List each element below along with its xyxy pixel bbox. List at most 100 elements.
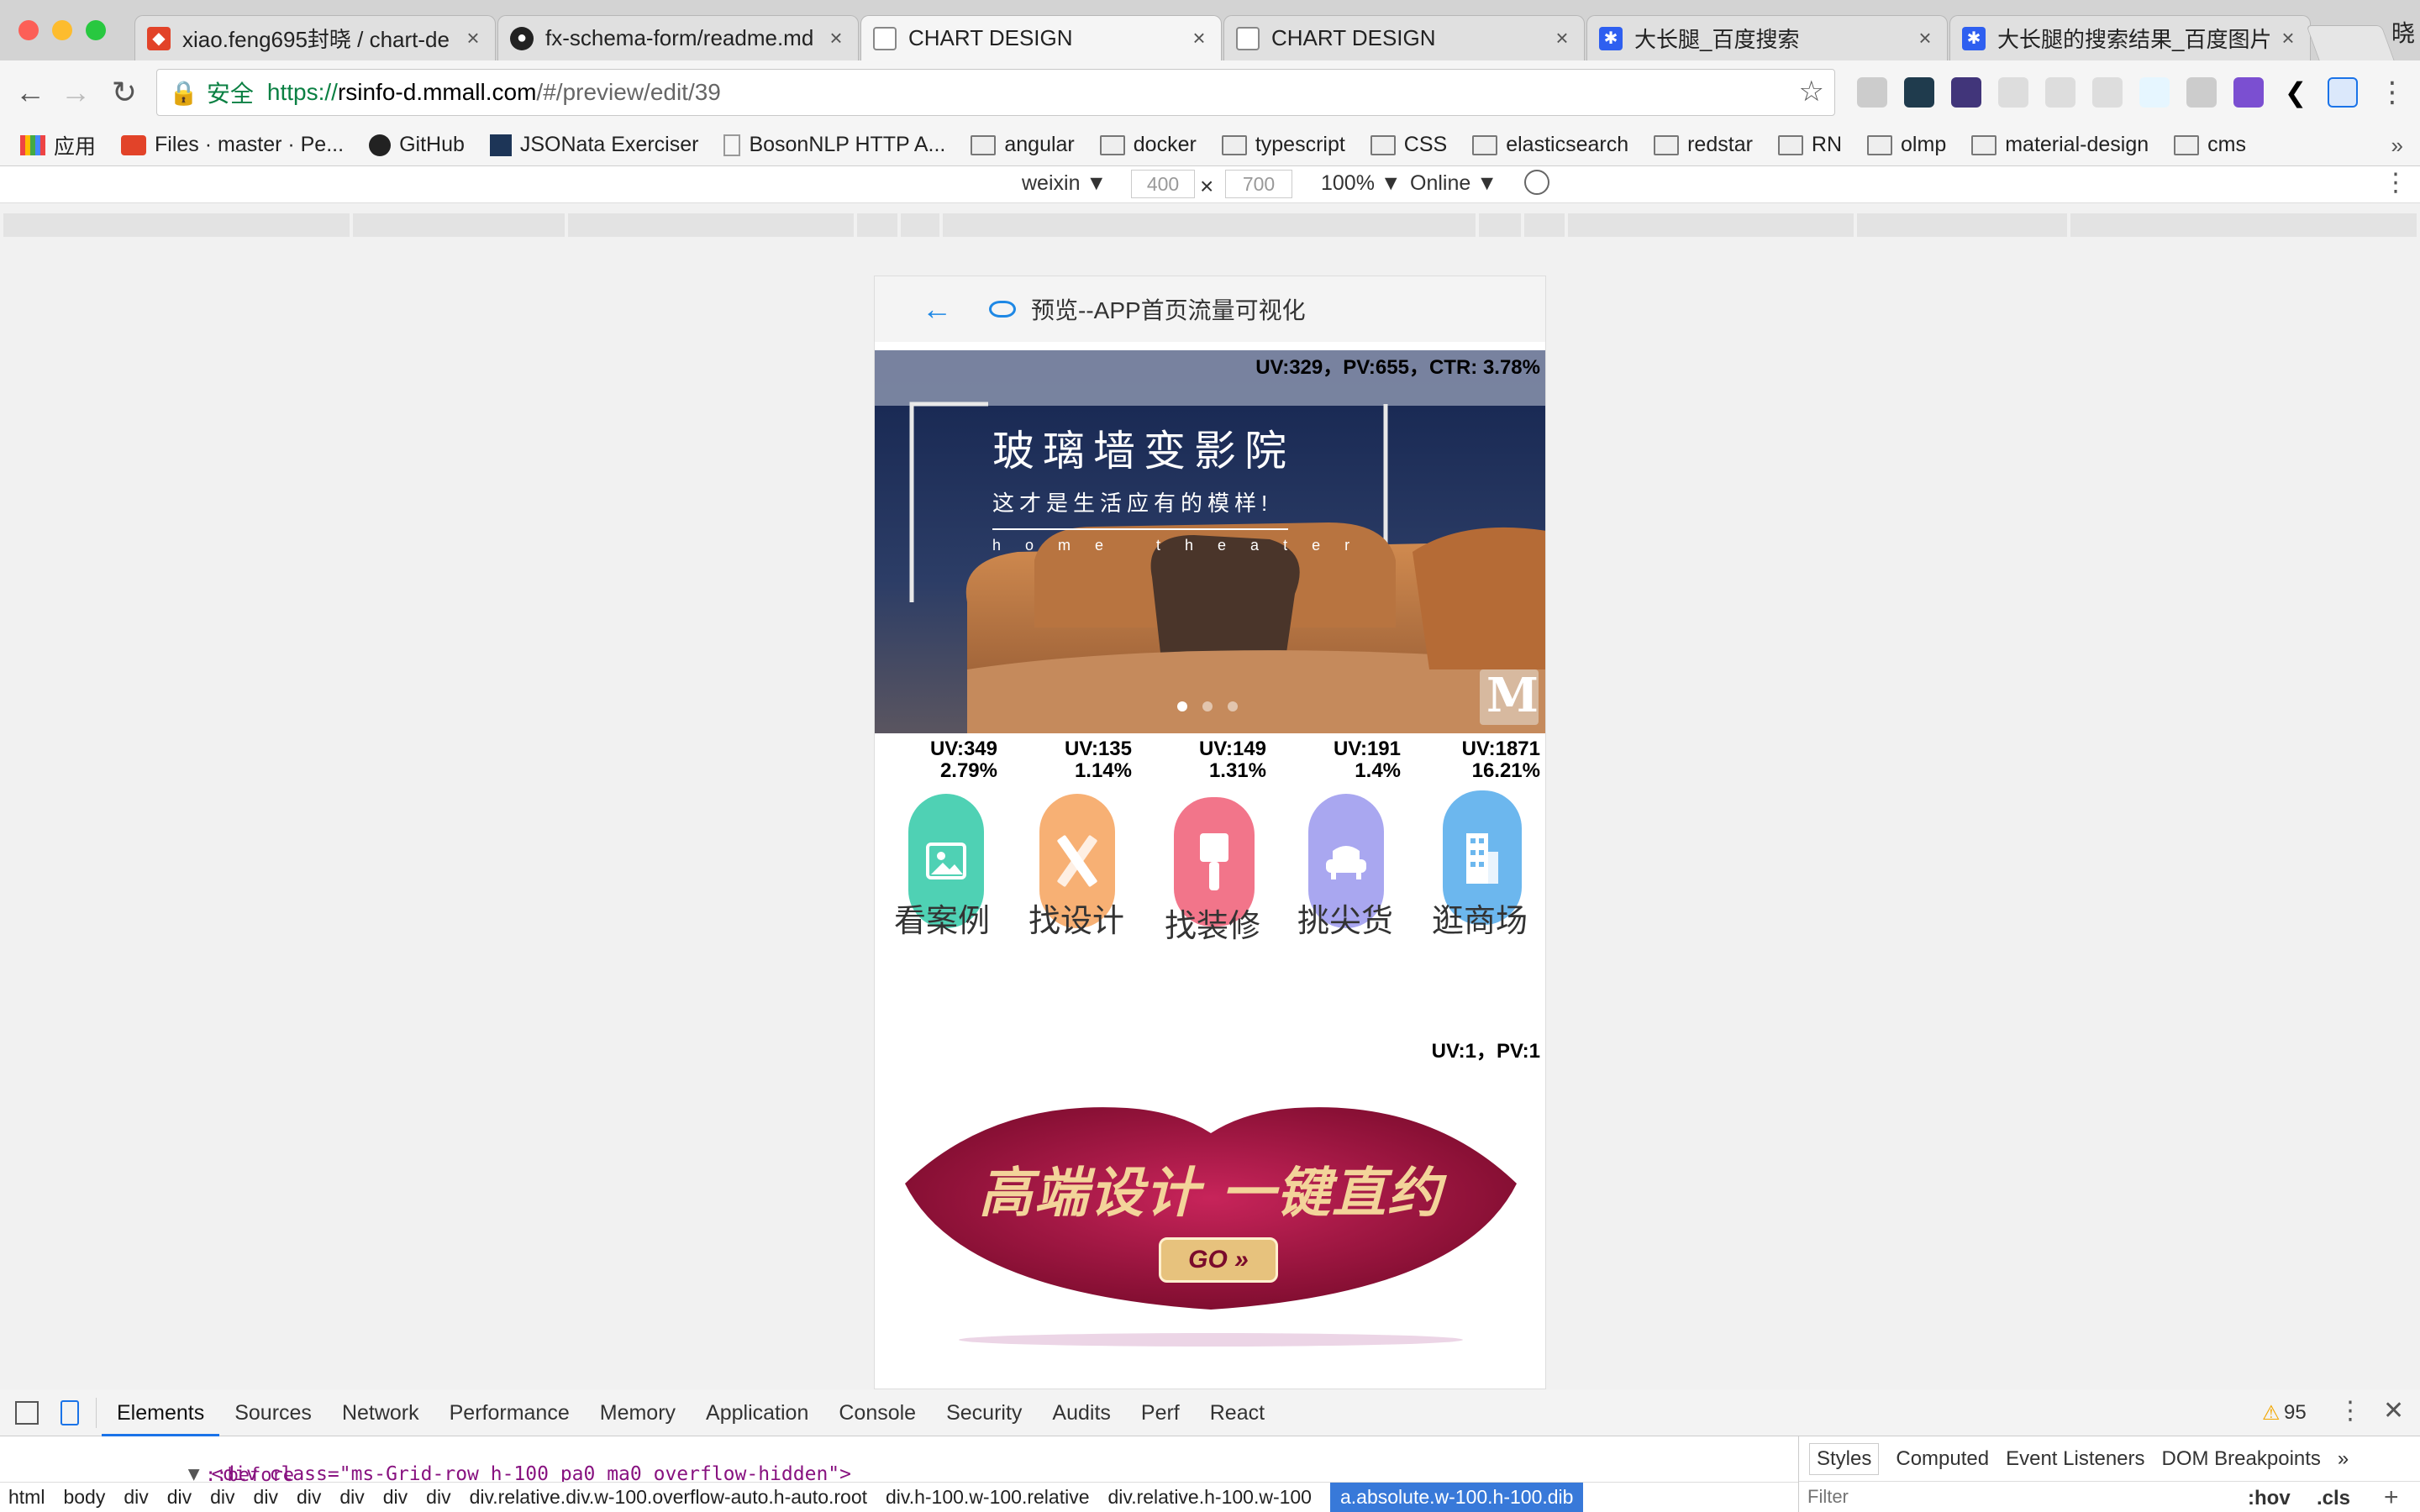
address-bar[interactable]: 🔒 安全 https:// rsinfo-d.mmall.com /#/prev… xyxy=(156,69,1835,116)
network-throttle-select[interactable]: Online ▼ xyxy=(1410,171,1497,196)
viewport-height-input[interactable]: 700 xyxy=(1225,170,1292,198)
browser-tab-4[interactable]: CHART DESIGN × xyxy=(1223,15,1585,60)
tab-memory[interactable]: Memory xyxy=(585,1389,691,1436)
nav-item-renovation[interactable]: UV:149 1.31% 找装修 xyxy=(1144,738,1278,948)
hero-banner[interactable]: UV:329，PV:655，CTR: 3.78% 玻璃墙变影院 这才是生活应有的… xyxy=(875,350,1545,733)
breadcrumb-item[interactable]: div xyxy=(210,1486,234,1509)
zoom-select[interactable]: 100% ▼ xyxy=(1321,171,1402,196)
breadcrumb-item-selected[interactable]: a.absolute.w-100.h-100.dib xyxy=(1329,1483,1584,1512)
extension-icon-4[interactable] xyxy=(1998,77,2028,108)
promo-banner[interactable]: UV:1，PV:1 高端设计 一键直约 GO » xyxy=(875,1041,1545,1389)
close-tab-icon[interactable]: × xyxy=(1189,25,1209,51)
browser-tab-2[interactable]: ● fx-schema-form/readme.md × xyxy=(497,15,859,60)
browser-menu-icon[interactable]: ⋮ xyxy=(2378,76,2407,109)
warning-icon[interactable]: ⚠ xyxy=(2262,1401,2281,1425)
breadcrumb-item[interactable]: div.relative.h-100.w-100 xyxy=(1108,1486,1312,1509)
browser-tab-1[interactable]: ◆ xiao.feng695封晓 / chart-de × xyxy=(134,15,496,60)
tab-react[interactable]: React xyxy=(1195,1389,1280,1436)
react-devtools-icon[interactable] xyxy=(1904,77,1934,108)
more-bookmarks-button[interactable]: » xyxy=(2391,133,2403,159)
media-query-segment[interactable] xyxy=(568,213,854,237)
breadcrumb-item[interactable]: div xyxy=(339,1486,364,1509)
carousel-dot-active[interactable] xyxy=(1177,701,1187,711)
tab-performance[interactable]: Performance xyxy=(434,1389,585,1436)
nav-item-design[interactable]: UV:135 1.14% 找设计 xyxy=(1009,738,1144,948)
extension-icon-5[interactable] xyxy=(2045,77,2075,108)
extension-icon-1[interactable] xyxy=(1857,77,1887,108)
extension-icon-11[interactable] xyxy=(2328,77,2358,108)
extension-icon-8[interactable] xyxy=(2186,77,2217,108)
media-query-segment[interactable] xyxy=(1568,213,1854,237)
tab-styles[interactable]: Styles xyxy=(1809,1442,1880,1475)
forward-icon[interactable]: → xyxy=(57,74,94,111)
media-query-segment[interactable] xyxy=(857,213,897,237)
bookmark-folder-rn[interactable]: RN xyxy=(1777,133,1842,157)
reload-icon[interactable]: ↻ xyxy=(106,74,143,111)
breadcrumb-item[interactable]: div xyxy=(383,1486,408,1509)
extension-icon-6[interactable] xyxy=(2092,77,2123,108)
breadcrumb-item[interactable]: div xyxy=(297,1486,321,1509)
carousel-dot[interactable] xyxy=(1202,701,1213,711)
inspect-element-icon[interactable] xyxy=(15,1400,39,1425)
breadcrumb-item[interactable]: div.h-100.w-100.relative xyxy=(886,1486,1089,1509)
close-tab-icon[interactable]: × xyxy=(1552,25,1572,51)
close-tab-icon[interactable]: × xyxy=(2278,25,2298,51)
class-toggle[interactable]: .cls xyxy=(2317,1487,2350,1510)
more-tabs-icon[interactable]: » xyxy=(2338,1447,2349,1471)
close-tab-icon[interactable]: × xyxy=(463,25,483,51)
bookmark-apps[interactable]: 应用 xyxy=(20,130,96,160)
media-query-segment[interactable] xyxy=(1524,213,1565,237)
breadcrumb-item[interactable]: body xyxy=(63,1486,105,1509)
close-tab-icon[interactable]: × xyxy=(826,25,846,51)
close-tab-icon[interactable]: × xyxy=(1915,25,1935,51)
device-select[interactable]: weixin ▼ xyxy=(1022,171,1107,196)
extension-icon-3[interactable] xyxy=(1951,77,1981,108)
new-tab-button[interactable] xyxy=(2306,25,2395,60)
tab-sources[interactable]: Sources xyxy=(219,1389,327,1436)
media-query-segment[interactable] xyxy=(1479,213,1521,237)
breadcrumb-item[interactable]: div xyxy=(167,1486,192,1509)
dom-pseudo-element[interactable]: ::before xyxy=(205,1465,294,1482)
media-query-segment[interactable] xyxy=(1857,213,2067,237)
tab-console[interactable]: Console xyxy=(823,1389,931,1436)
tab-computed[interactable]: Computed xyxy=(1896,1447,1989,1471)
carousel-dot[interactable] xyxy=(1228,701,1238,711)
media-query-segment[interactable] xyxy=(353,213,565,237)
styles-filter-input[interactable] xyxy=(1807,1485,2144,1509)
nav-item-mall[interactable]: UV:1871 16.21% 逛商场 xyxy=(1413,738,1545,948)
close-devtools-icon[interactable]: ✕ xyxy=(2383,1396,2404,1425)
rotate-icon[interactable] xyxy=(1518,164,1555,201)
bookmark-folder-elasticsearch[interactable]: elasticsearch xyxy=(1472,133,1628,157)
bookmark-github[interactable]: GitHub xyxy=(369,133,465,157)
bookmark-star-icon[interactable]: ☆ xyxy=(1799,75,1824,108)
breadcrumb-item[interactable]: div xyxy=(426,1486,450,1509)
back-arrow-icon[interactable]: ← xyxy=(922,291,952,327)
close-window-button[interactable] xyxy=(18,20,39,40)
tab-audits[interactable]: Audits xyxy=(1037,1389,1125,1436)
bookmark-bosonnlp[interactable]: BosonNLP HTTP A... xyxy=(723,133,945,157)
bookmark-gitlab-files[interactable]: Files · master · Pe... xyxy=(121,133,344,157)
bookmark-folder-cms[interactable]: cms xyxy=(2174,133,2246,157)
browser-tab-3[interactable]: CHART DESIGN × xyxy=(860,15,1222,60)
tab-elements[interactable]: Elements xyxy=(102,1389,220,1436)
tab-perf[interactable]: Perf xyxy=(1126,1389,1195,1436)
nav-item-cases[interactable]: UV:349 2.79% 看案例 xyxy=(875,738,1009,948)
browser-tab-5[interactable]: ✱ 大长腿_百度搜索 × xyxy=(1586,15,1948,60)
hover-state-toggle[interactable]: :hov xyxy=(2248,1487,2291,1510)
extension-icon-9[interactable] xyxy=(2233,77,2264,108)
media-query-segment[interactable] xyxy=(901,213,939,237)
back-icon[interactable]: ← xyxy=(12,74,49,111)
bookmark-folder-angular[interactable]: angular xyxy=(971,133,1075,157)
browser-tab-6[interactable]: ✱ 大长腿的搜索结果_百度图片搜 × xyxy=(1949,15,2311,60)
bookmark-folder-css[interactable]: CSS xyxy=(1370,133,1447,157)
media-query-segment[interactable] xyxy=(3,213,350,237)
profile-label[interactable]: 晓 xyxy=(2386,15,2420,52)
zoom-window-button[interactable] xyxy=(86,20,106,40)
new-style-rule-icon[interactable]: + xyxy=(2384,1483,2399,1512)
media-query-segment[interactable] xyxy=(2070,213,2417,237)
tab-dom-breakpoints[interactable]: DOM Breakpoints xyxy=(2162,1447,2321,1471)
bookmark-folder-material-design[interactable]: material-design xyxy=(1971,133,2149,157)
breadcrumb-item[interactable]: html xyxy=(8,1486,45,1509)
device-mode-icon[interactable] xyxy=(60,1399,79,1425)
bookmark-folder-typescript[interactable]: typescript xyxy=(1221,133,1345,157)
